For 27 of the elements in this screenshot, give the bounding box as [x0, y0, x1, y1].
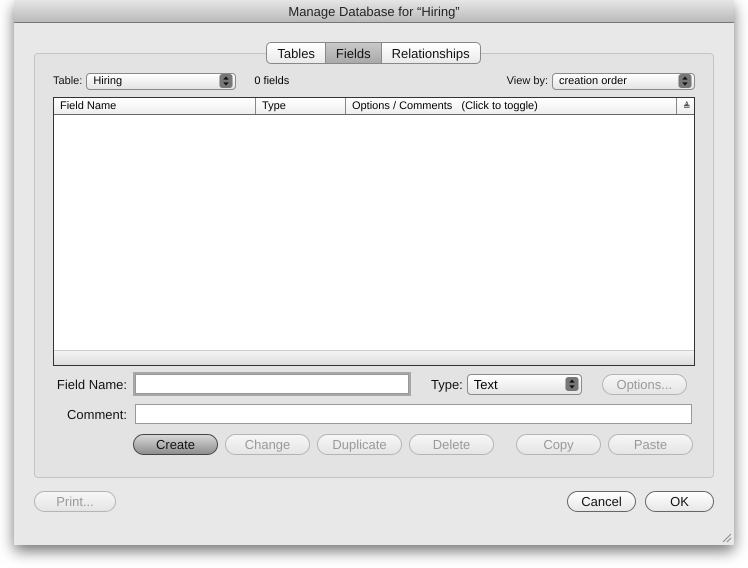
tab[interactable]: Relationships — [380, 42, 481, 64]
stepper-icon — [564, 377, 579, 391]
type-label: Type: — [431, 376, 463, 392]
dialog-button[interactable]: Cancel — [567, 491, 636, 512]
comment-label: Comment: — [66, 406, 127, 422]
column-header[interactable]: Field Name — [54, 98, 256, 114]
field-count: 0 fields — [254, 75, 290, 87]
tab[interactable]: Tables — [266, 42, 326, 64]
window-title: Manage Database for “Hiring” — [288, 4, 460, 18]
view-by-dropdown[interactable]: creation order — [552, 72, 695, 90]
view-by-label: View by: — [506, 75, 548, 87]
tab[interactable]: Fields — [324, 42, 382, 64]
stepper-icon — [678, 74, 692, 88]
action-button[interactable]: Create — [133, 434, 218, 455]
type-dropdown[interactable]: Text — [466, 374, 582, 394]
table-dropdown[interactable]: Hiring — [86, 72, 236, 90]
field-name-input[interactable] — [135, 374, 409, 394]
table-label: Table: — [53, 75, 82, 87]
stepper-icon — [219, 74, 234, 88]
sort-button[interactable]: ≜ — [677, 98, 694, 114]
column-header[interactable]: Options / Comments (Click to toggle) — [346, 98, 677, 114]
dialog-button[interactable]: OK — [645, 491, 714, 512]
comment-input[interactable] — [135, 404, 692, 424]
column-header[interactable]: Type — [256, 98, 346, 114]
field-name-label: Field Name: — [56, 376, 127, 392]
resize-grip-icon[interactable] — [720, 531, 732, 543]
horizontal-scrollbar[interactable] — [54, 350, 694, 365]
